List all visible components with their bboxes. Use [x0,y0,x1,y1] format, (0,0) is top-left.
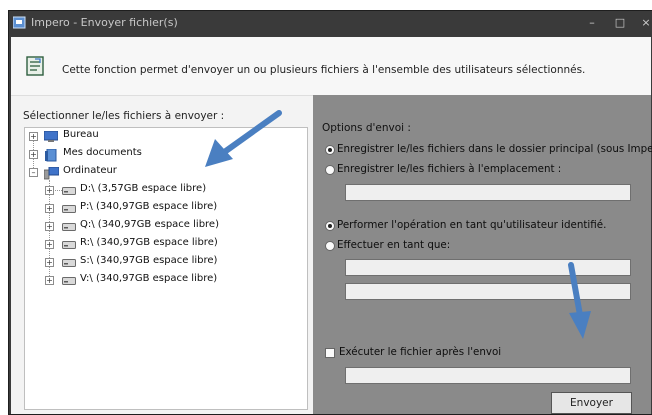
drive-icon [62,205,76,213]
drive-icon [62,223,76,231]
send-document-icon [26,56,44,76]
options-title: Options d'envoi : [322,122,411,134]
location-input[interactable] [345,184,631,201]
minimize-button[interactable]: – [582,15,602,31]
execute-after-label: Exécuter le fichier après l'envoi [339,346,502,358]
tree-item-drive-r[interactable]: + R:\ (340,97GB espace libre) [25,237,305,253]
expand-toggle[interactable]: + [45,222,54,231]
tree-item-label: R:\ (340,97GB espace libre) [80,237,218,248]
tree-item-label: D:\ (3,57GB espace libre) [80,183,207,194]
expand-toggle[interactable]: + [29,150,38,159]
desktop-icon [44,131,58,142]
tree-item-label: V:\ (340,97GB espace libre) [80,273,218,284]
execute-after-checkbox[interactable] [325,348,335,358]
expand-toggle[interactable]: + [45,258,54,267]
save-location-radio[interactable] [325,165,335,175]
expand-toggle[interactable]: + [45,276,54,285]
drive-icon [62,259,76,267]
save-main-radio[interactable] [325,145,335,155]
drive-icon [62,277,76,285]
documents-icon [45,149,57,162]
tree-item-drive-p[interactable]: + P:\ (340,97GB espace libre) [25,201,305,217]
save-main-label: Enregistrer le/les fichiers dans le doss… [337,143,652,155]
tree-item-label: Mes documents [63,147,142,158]
save-location-label: Enregistrer le/les fichiers à l'emplacem… [337,163,562,175]
dialog-content: Cette fonction permet d'envoyer un ou pl… [11,37,652,414]
drive-icon [62,241,76,249]
execute-arguments-input[interactable] [345,367,631,384]
run-as-label: Effectuer en tant que: [337,239,451,251]
identified-user-label: Performer l'opération en tant qu'utilisa… [337,219,607,231]
title-bar: Impero - Envoyer fichier(s) – □ × [9,11,652,36]
impero-app-icon [13,16,26,29]
expand-toggle[interactable]: + [45,186,54,195]
send-options-panel: Options d'envoi : Enregistrer le/les fic… [313,95,652,414]
drive-icon [62,187,76,195]
file-selection-label: Sélectionner le/les fichiers à envoyer : [23,110,225,122]
computer-icon [44,167,59,180]
tree-item-label: Ordinateur [63,165,117,176]
tree-item-label: P:\ (340,97GB espace libre) [80,201,218,212]
run-as-radio[interactable] [325,241,335,251]
impero-send-file-window: Impero - Envoyer fichier(s) – □ × Cette … [8,10,652,415]
expand-toggle[interactable]: + [45,240,54,249]
close-button[interactable]: × [636,15,652,31]
expand-toggle[interactable]: + [29,132,38,141]
tree-item-label: Q:\ (340,97GB espace libre) [80,219,219,230]
tree-item-drive-v[interactable]: + V:\ (340,97GB espace libre) [25,273,305,289]
tree-item-drive-s[interactable]: + S:\ (340,97GB espace libre) [25,255,305,271]
tree-item-drive-d[interactable]: + D:\ (3,57GB espace libre) [25,183,305,199]
tree-item-label: S:\ (340,97GB espace libre) [80,255,218,266]
window-title: Impero - Envoyer fichier(s) [31,16,178,29]
description-bar: Cette fonction permet d'envoyer un ou pl… [11,37,651,96]
maximize-button[interactable]: □ [610,15,630,31]
identified-user-radio[interactable] [325,221,335,231]
send-button[interactable]: Envoyer [551,392,632,414]
annotation-arrow [205,110,282,167]
description-text: Cette fonction permet d'envoyer un ou pl… [62,64,586,76]
tree-item-label: Bureau [63,129,99,140]
annotation-arrow [568,262,591,339]
tree-item-drive-q[interactable]: + Q:\ (340,97GB espace libre) [25,219,305,235]
collapse-toggle[interactable]: – [29,168,38,177]
expand-toggle[interactable]: + [45,204,54,213]
